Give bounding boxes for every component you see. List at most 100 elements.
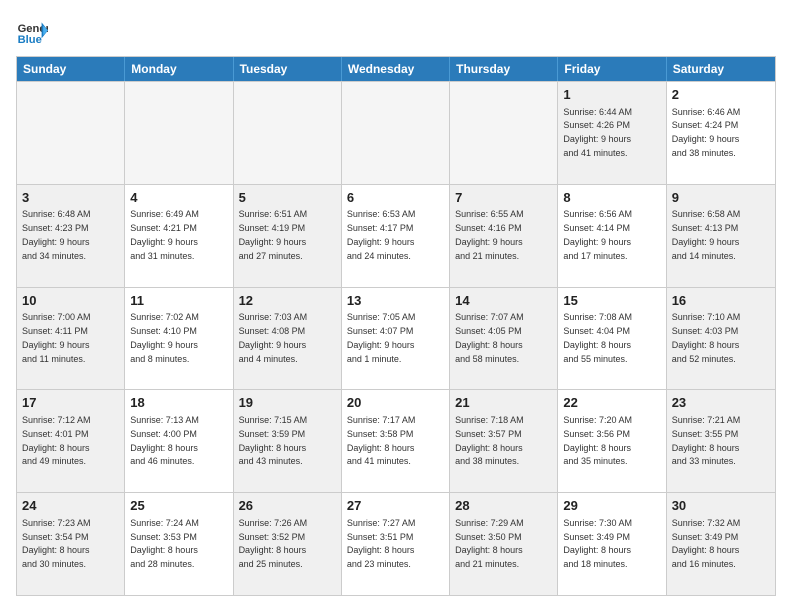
calendar-cell-day-5: 5Sunrise: 6:51 AM Sunset: 4:19 PM Daylig… <box>234 185 342 287</box>
day-number: 25 <box>130 497 227 515</box>
day-number: 7 <box>455 189 552 207</box>
day-number: 28 <box>455 497 552 515</box>
calendar-cell-day-10: 10 Sunrise: 7:00 AM Sunset: 4:11 PM Dayli… <box>17 288 125 390</box>
calendar-cell-day-1: 1 Sunrise: 6:44 AM Sunset: 4:26 PM Daylig… <box>558 82 666 184</box>
calendar-cell-empty-0-2 <box>234 82 342 184</box>
calendar-cell-day-23: 23 Sunrise: 7:21 AM Sunset: 3:55 PM Dayli… <box>667 390 775 492</box>
day-number: 3 <box>22 189 119 207</box>
day-info: Sunrise: 7:02 AM Sunset: 4:10 PM Dayligh… <box>130 312 199 363</box>
calendar-cell-empty-0-1 <box>125 82 233 184</box>
day-info: Sunrise: 6:46 AM Sunset: 4:24 PM Dayligh… <box>672 107 741 158</box>
calendar-cell-day-2: 2Sunrise: 6:46 AM Sunset: 4:24 PM Daylig… <box>667 82 775 184</box>
day-info: Sunrise: 7:24 AM Sunset: 3:53 PM Dayligh… <box>130 518 199 569</box>
header: General Blue <box>16 16 776 48</box>
day-info: Sunrise: 7:20 AM Sunset: 3:56 PM Dayligh… <box>563 415 632 466</box>
calendar-row-3: 10 Sunrise: 7:00 AM Sunset: 4:11 PM Dayli… <box>17 287 775 390</box>
day-number: 8 <box>563 189 660 207</box>
calendar-row-5: 24 Sunrise: 7:23 AM Sunset: 3:54 PM Dayli… <box>17 492 775 595</box>
calendar-cell-day-8: 8Sunrise: 6:56 AM Sunset: 4:14 PM Daylig… <box>558 185 666 287</box>
day-info: Sunrise: 7:23 AM Sunset: 3:54 PM Dayligh… <box>22 518 91 569</box>
calendar-cell-day-20: 20 Sunrise: 7:17 AM Sunset: 3:58 PM Dayli… <box>342 390 450 492</box>
day-number: 24 <box>22 497 119 515</box>
calendar-header: SundayMondayTuesdayWednesdayThursdayFrid… <box>17 57 775 81</box>
svg-text:Blue: Blue <box>18 34 42 46</box>
day-info: Sunrise: 7:29 AM Sunset: 3:50 PM Dayligh… <box>455 518 524 569</box>
calendar-cell-day-24: 24 Sunrise: 7:23 AM Sunset: 3:54 PM Dayli… <box>17 493 125 595</box>
calendar-cell-day-12: 12 Sunrise: 7:03 AM Sunset: 4:08 PM Dayli… <box>234 288 342 390</box>
day-info: Sunrise: 7:27 AM Sunset: 3:51 PM Dayligh… <box>347 518 416 569</box>
day-number: 10 <box>22 292 119 310</box>
day-info: Sunrise: 7:08 AM Sunset: 4:04 PM Dayligh… <box>563 312 632 363</box>
header-day-wednesday: Wednesday <box>342 57 450 81</box>
day-info: Sunrise: 7:13 AM Sunset: 4:00 PM Dayligh… <box>130 415 199 466</box>
header-day-sunday: Sunday <box>17 57 125 81</box>
day-number: 14 <box>455 292 552 310</box>
calendar-cell-day-19: 19 Sunrise: 7:15 AM Sunset: 3:59 PM Dayli… <box>234 390 342 492</box>
day-number: 12 <box>239 292 336 310</box>
day-info: Sunrise: 6:53 AM Sunset: 4:17 PM Dayligh… <box>347 209 416 260</box>
calendar-row-4: 17 Sunrise: 7:12 AM Sunset: 4:01 PM Dayli… <box>17 389 775 492</box>
day-number: 1 <box>563 86 660 104</box>
day-number: 11 <box>130 292 227 310</box>
calendar-cell-empty-0-0 <box>17 82 125 184</box>
day-info: Sunrise: 7:10 AM Sunset: 4:03 PM Dayligh… <box>672 312 741 363</box>
calendar-cell-empty-0-4 <box>450 82 558 184</box>
calendar-cell-day-17: 17 Sunrise: 7:12 AM Sunset: 4:01 PM Dayli… <box>17 390 125 492</box>
day-info: Sunrise: 7:12 AM Sunset: 4:01 PM Dayligh… <box>22 415 91 466</box>
header-day-tuesday: Tuesday <box>234 57 342 81</box>
logo: General Blue <box>16 16 52 48</box>
calendar-cell-empty-0-3 <box>342 82 450 184</box>
calendar-cell-day-16: 16 Sunrise: 7:10 AM Sunset: 4:03 PM Dayli… <box>667 288 775 390</box>
day-number: 16 <box>672 292 770 310</box>
calendar-cell-day-4: 4Sunrise: 6:49 AM Sunset: 4:21 PM Daylig… <box>125 185 233 287</box>
calendar-cell-day-11: 11 Sunrise: 7:02 AM Sunset: 4:10 PM Dayli… <box>125 288 233 390</box>
day-info: Sunrise: 7:15 AM Sunset: 3:59 PM Dayligh… <box>239 415 308 466</box>
day-info: Sunrise: 7:26 AM Sunset: 3:52 PM Dayligh… <box>239 518 308 569</box>
day-number: 19 <box>239 394 336 412</box>
calendar-row-1: 1 Sunrise: 6:44 AM Sunset: 4:26 PM Daylig… <box>17 81 775 184</box>
calendar-row-2: 3 Sunrise: 6:48 AM Sunset: 4:23 PM Daylig… <box>17 184 775 287</box>
day-info: Sunrise: 6:48 AM Sunset: 4:23 PM Dayligh… <box>22 209 91 260</box>
header-day-friday: Friday <box>558 57 666 81</box>
day-info: Sunrise: 7:17 AM Sunset: 3:58 PM Dayligh… <box>347 415 416 466</box>
day-info: Sunrise: 7:03 AM Sunset: 4:08 PM Dayligh… <box>239 312 308 363</box>
day-info: Sunrise: 6:49 AM Sunset: 4:21 PM Dayligh… <box>130 209 199 260</box>
calendar-cell-day-27: 27 Sunrise: 7:27 AM Sunset: 3:51 PM Dayli… <box>342 493 450 595</box>
day-info: Sunrise: 7:32 AM Sunset: 3:49 PM Dayligh… <box>672 518 741 569</box>
day-number: 17 <box>22 394 119 412</box>
day-number: 20 <box>347 394 444 412</box>
page: General Blue SundayMondayTuesdayWednesda… <box>0 0 792 612</box>
day-info: Sunrise: 6:44 AM Sunset: 4:26 PM Dayligh… <box>563 107 632 158</box>
day-number: 22 <box>563 394 660 412</box>
day-info: Sunrise: 6:58 AM Sunset: 4:13 PM Dayligh… <box>672 209 741 260</box>
day-number: 30 <box>672 497 770 515</box>
day-info: Sunrise: 7:18 AM Sunset: 3:57 PM Dayligh… <box>455 415 524 466</box>
calendar-cell-day-18: 18 Sunrise: 7:13 AM Sunset: 4:00 PM Dayli… <box>125 390 233 492</box>
header-day-monday: Monday <box>125 57 233 81</box>
day-number: 15 <box>563 292 660 310</box>
day-number: 13 <box>347 292 444 310</box>
header-day-saturday: Saturday <box>667 57 775 81</box>
day-info: Sunrise: 7:30 AM Sunset: 3:49 PM Dayligh… <box>563 518 632 569</box>
day-info: Sunrise: 7:21 AM Sunset: 3:55 PM Dayligh… <box>672 415 741 466</box>
day-number: 9 <box>672 189 770 207</box>
calendar-cell-day-22: 22 Sunrise: 7:20 AM Sunset: 3:56 PM Dayli… <box>558 390 666 492</box>
calendar-cell-day-30: 30 Sunrise: 7:32 AM Sunset: 3:49 PM Dayli… <box>667 493 775 595</box>
day-number: 27 <box>347 497 444 515</box>
calendar-cell-day-15: 15 Sunrise: 7:08 AM Sunset: 4:04 PM Dayli… <box>558 288 666 390</box>
calendar-cell-day-6: 6 Sunrise: 6:53 AM Sunset: 4:17 PM Daylig… <box>342 185 450 287</box>
calendar-cell-day-13: 13 Sunrise: 7:05 AM Sunset: 4:07 PM Dayli… <box>342 288 450 390</box>
calendar-cell-day-3: 3 Sunrise: 6:48 AM Sunset: 4:23 PM Daylig… <box>17 185 125 287</box>
day-info: Sunrise: 7:05 AM Sunset: 4:07 PM Dayligh… <box>347 312 416 363</box>
calendar-body: 1 Sunrise: 6:44 AM Sunset: 4:26 PM Daylig… <box>17 81 775 595</box>
day-number: 6 <box>347 189 444 207</box>
day-number: 23 <box>672 394 770 412</box>
day-info: Sunrise: 7:00 AM Sunset: 4:11 PM Dayligh… <box>22 312 91 363</box>
day-number: 18 <box>130 394 227 412</box>
calendar-cell-day-14: 14Sunrise: 7:07 AM Sunset: 4:05 PM Dayli… <box>450 288 558 390</box>
day-number: 5 <box>239 189 336 207</box>
logo-icon: General Blue <box>16 16 48 48</box>
calendar: SundayMondayTuesdayWednesdayThursdayFrid… <box>16 56 776 596</box>
day-info: Sunrise: 6:55 AM Sunset: 4:16 PM Dayligh… <box>455 209 524 260</box>
calendar-cell-day-7: 7 Sunrise: 6:55 AM Sunset: 4:16 PM Daylig… <box>450 185 558 287</box>
